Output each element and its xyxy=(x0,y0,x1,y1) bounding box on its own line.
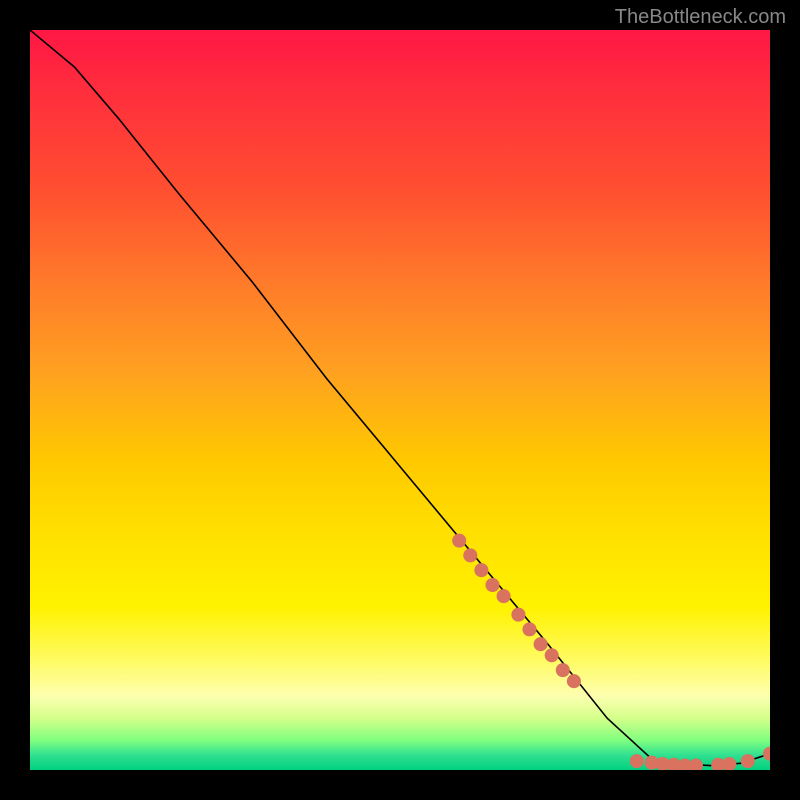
chart-marker xyxy=(485,578,499,592)
chart-svg xyxy=(30,30,770,770)
chart-marker xyxy=(534,637,548,651)
chart-marker xyxy=(452,534,466,548)
chart-marker xyxy=(497,589,511,603)
chart-marker xyxy=(763,747,770,761)
chart-marker xyxy=(689,759,703,770)
chart-markers xyxy=(452,534,770,770)
chart-marker xyxy=(511,608,525,622)
chart-marker xyxy=(556,663,570,677)
chart-marker xyxy=(630,754,644,768)
chart-curve xyxy=(30,30,770,766)
chart-marker xyxy=(741,754,755,768)
chart-marker xyxy=(722,757,736,770)
chart-marker xyxy=(522,622,536,636)
chart-marker xyxy=(463,548,477,562)
chart-marker xyxy=(545,648,559,662)
chart-marker xyxy=(567,674,581,688)
chart-marker xyxy=(474,563,488,577)
watermark-text: TheBottleneck.com xyxy=(615,6,786,29)
chart-plot-area xyxy=(30,30,770,770)
